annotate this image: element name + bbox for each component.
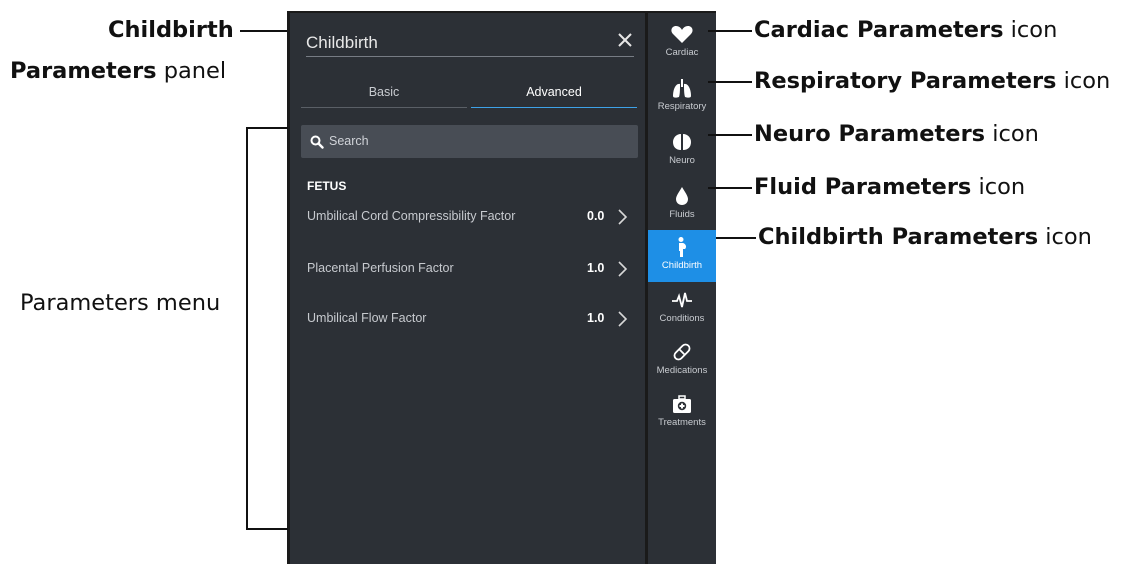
pill-icon [673, 343, 691, 361]
annotation-childbirth-icon: Childbirth Parameters icon [758, 224, 1092, 250]
sidebar-item-medications[interactable]: Medications [648, 335, 716, 387]
annotation-respiratory: Respiratory Parameters icon [754, 68, 1111, 94]
sidebar-item-cardiac[interactable]: Cardiac [648, 17, 716, 69]
annotation-bracket-top [246, 127, 288, 129]
annotation-cardiac: Cardiac Parameters icon [754, 17, 1058, 43]
chevron-right-icon [618, 209, 628, 225]
annotation-leader [708, 81, 752, 83]
chevron-right-icon [618, 261, 628, 277]
childbirth-parameters-panel: Childbirth Basic Advanced Search FETUS U… [290, 13, 645, 564]
annotation-bracket-bottom [246, 528, 288, 530]
annotation-leader [240, 30, 287, 32]
search-placeholder: Search [329, 134, 369, 148]
lungs-icon [673, 79, 691, 98]
search-icon [310, 135, 324, 149]
parameter-row[interactable]: Umbilical Cord Compressibility Factor 0.… [301, 201, 638, 233]
parameter-sidebar: Cardiac Respiratory Neuro Fluids Childbi… [648, 13, 716, 564]
parameter-name: Umbilical Cord Compressibility Factor [307, 209, 516, 223]
sidebar-item-fluids[interactable]: Fluids [648, 179, 716, 231]
parameter-row[interactable]: Placental Perfusion Factor 1.0 [301, 253, 638, 285]
sidebar-item-label: Childbirth [661, 260, 703, 271]
close-icon[interactable] [614, 29, 636, 51]
annotation-bracket [246, 127, 248, 529]
pulse-icon [672, 292, 692, 308]
sidebar-item-label: Treatments [658, 417, 706, 428]
annotation-childbirth-panel-line2: Parameters panel [10, 58, 227, 84]
sidebar-item-label: Neuro [669, 155, 695, 166]
chevron-right-icon [618, 311, 628, 327]
annotation-leader [708, 30, 752, 32]
sidebar-item-treatments[interactable]: Treatments [648, 387, 716, 439]
tab-basic[interactable]: Basic [301, 77, 467, 108]
sidebar-item-label: Respiratory [657, 101, 707, 112]
device-frame: Childbirth Basic Advanced Search FETUS U… [287, 11, 716, 564]
drop-icon [676, 187, 688, 205]
annotation-parameters-menu: Parameters menu [20, 290, 221, 316]
pregnant-icon [678, 237, 687, 257]
section-title: FETUS [307, 179, 347, 193]
parameter-row[interactable]: Umbilical Flow Factor 1.0 [301, 303, 638, 335]
sidebar-item-conditions[interactable]: Conditions [648, 283, 716, 335]
annotation-fluid: Fluid Parameters icon [754, 174, 1026, 200]
heart-icon [671, 26, 693, 43]
sidebar-item-label: Medications [656, 365, 708, 376]
sidebar-item-label: Cardiac [665, 47, 699, 58]
annotation-leader [716, 237, 756, 239]
annotation-neuro: Neuro Parameters icon [754, 121, 1039, 147]
search-input[interactable]: Search [301, 125, 638, 158]
sidebar-item-label: Conditions [659, 313, 705, 324]
parameter-value: 0.0 [587, 209, 605, 223]
parameter-name: Placental Perfusion Factor [307, 261, 454, 275]
tab-advanced[interactable]: Advanced [471, 77, 637, 108]
sidebar-item-childbirth[interactable]: Childbirth [648, 230, 716, 282]
panel-title: Childbirth [306, 33, 378, 52]
annotation-leader [708, 187, 752, 189]
medkit-icon [673, 395, 691, 413]
sidebar-item-label: Fluids [669, 209, 695, 220]
annotation-leader [708, 134, 752, 136]
parameter-value: 1.0 [587, 311, 605, 325]
title-underline [306, 56, 634, 57]
parameter-value: 1.0 [587, 261, 605, 275]
parameter-name: Umbilical Flow Factor [307, 311, 427, 325]
sidebar-item-respiratory[interactable]: Respiratory [648, 71, 716, 123]
sidebar-item-neuro[interactable]: Neuro [648, 125, 716, 177]
brain-icon [673, 134, 691, 150]
annotation-childbirth-panel-line1: Childbirth [108, 17, 234, 43]
